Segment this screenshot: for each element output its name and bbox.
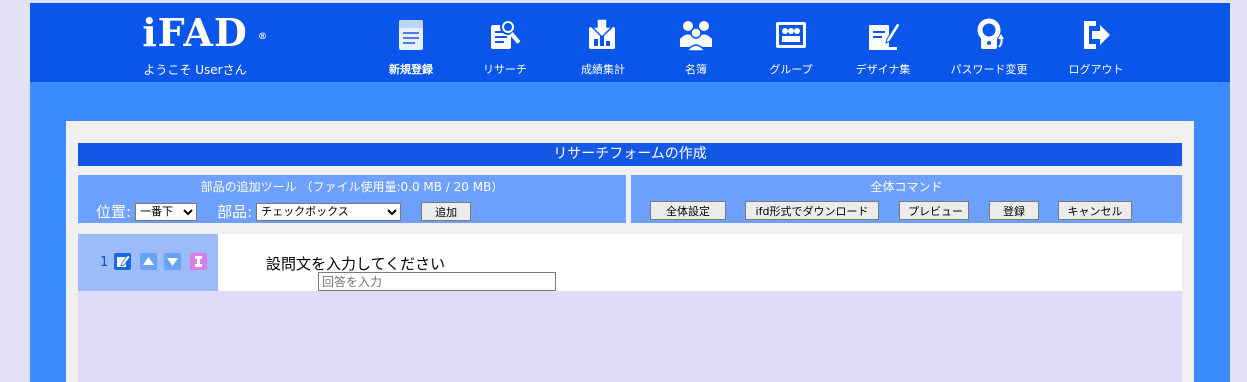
roster-icon: [680, 21, 712, 52]
nav-designer-collection[interactable]: デザイナ集: [838, 17, 928, 77]
logout-icon: [1084, 21, 1110, 49]
global-commands-title: 全体コマンド: [870, 180, 943, 194]
brand-logo: iFAD ®: [130, 10, 267, 55]
nav-research[interactable]: リサーチ: [460, 17, 550, 77]
results-tally-icon: [589, 18, 615, 49]
part-select[interactable]: チェックボックス: [256, 202, 402, 221]
nav-label: 成績集計: [581, 63, 625, 76]
nav-label: パスワード変更: [950, 63, 1028, 76]
question-number: 1: [100, 255, 109, 270]
nav-results-tally[interactable]: 成績集計: [558, 17, 648, 77]
edit-question-button[interactable]: [114, 253, 131, 270]
add-parts-tool-title: 部品の追加ツール （ファイル使用量:0.0 MB / 20 MB）: [200, 180, 504, 194]
nav-label: グループ: [769, 63, 813, 76]
question-list-area: [78, 291, 1182, 382]
nav-label: ログアウト: [1068, 63, 1124, 76]
group-icon: [776, 22, 806, 48]
question-item: 1 設問文を入力してください: [78, 234, 1182, 291]
global-settings-button[interactable]: 全体設定: [650, 201, 726, 220]
position-select[interactable]: 一番下: [135, 202, 198, 221]
brand-name: iFAD: [142, 10, 248, 55]
new-registration-icon: [399, 20, 423, 50]
question-text[interactable]: 設問文を入力してください: [266, 253, 445, 274]
answer-input[interactable]: [318, 272, 556, 291]
add-parts-controls: 位置: 一番下 部品: チェックボックス 追加: [96, 201, 472, 222]
nav-label: 名簿: [685, 63, 707, 76]
nav-logout[interactable]: ログアウト: [1051, 17, 1141, 77]
part-label: 部品:: [217, 203, 253, 221]
question-controls: 1: [78, 234, 218, 291]
designer-icon: [869, 22, 901, 50]
nav-label: 新規登録: [389, 63, 433, 76]
arrow-up-icon: [143, 257, 154, 265]
move-up-button[interactable]: [140, 253, 157, 270]
password-change-icon: [977, 18, 1004, 49]
registered-mark: ®: [258, 32, 268, 42]
nav-label: リサーチ: [483, 63, 527, 76]
download-ifd-button[interactable]: ifd形式でダウンロード: [745, 201, 879, 220]
form-title: リサーチフォームの作成: [78, 143, 1182, 166]
global-commands: 全体コマンド 全体設定 ifd形式でダウンロード プレビュー 登録 キャンセル: [631, 175, 1182, 223]
cancel-button[interactable]: キャンセル: [1058, 201, 1132, 220]
top-navigation-bar: iFAD ® ようこそ Userさん 新規登録 リサーチ 成績集計 名簿 グルー…: [30, 3, 1230, 82]
delete-icon: [195, 256, 202, 267]
welcome-message: ようこそ Userさん: [143, 63, 247, 77]
position-label: 位置:: [96, 203, 132, 221]
register-button[interactable]: 登録: [989, 201, 1039, 220]
edit-icon: [117, 254, 131, 267]
add-button[interactable]: 追加: [421, 202, 472, 221]
global-command-buttons: 全体設定 ifd形式でダウンロード プレビュー 登録 キャンセル: [650, 201, 1132, 220]
logo: iFAD ® ようこそ Userさん: [130, 10, 267, 78]
nav-roster[interactable]: 名簿: [651, 17, 741, 77]
arrow-down-icon: [167, 258, 178, 266]
research-icon: [491, 19, 521, 49]
preview-button[interactable]: プレビュー: [899, 201, 969, 220]
nav-new-registration[interactable]: 新規登録: [366, 17, 456, 77]
move-down-button[interactable]: [164, 253, 181, 270]
add-parts-tool: 部品の追加ツール （ファイル使用量:0.0 MB / 20 MB） 位置: 一番…: [78, 175, 626, 223]
delete-question-button[interactable]: [190, 253, 207, 270]
nav-group[interactable]: グループ: [746, 17, 836, 77]
nav-label: デザイナ集: [855, 63, 911, 76]
nav-password-change[interactable]: パスワード変更: [944, 17, 1034, 77]
